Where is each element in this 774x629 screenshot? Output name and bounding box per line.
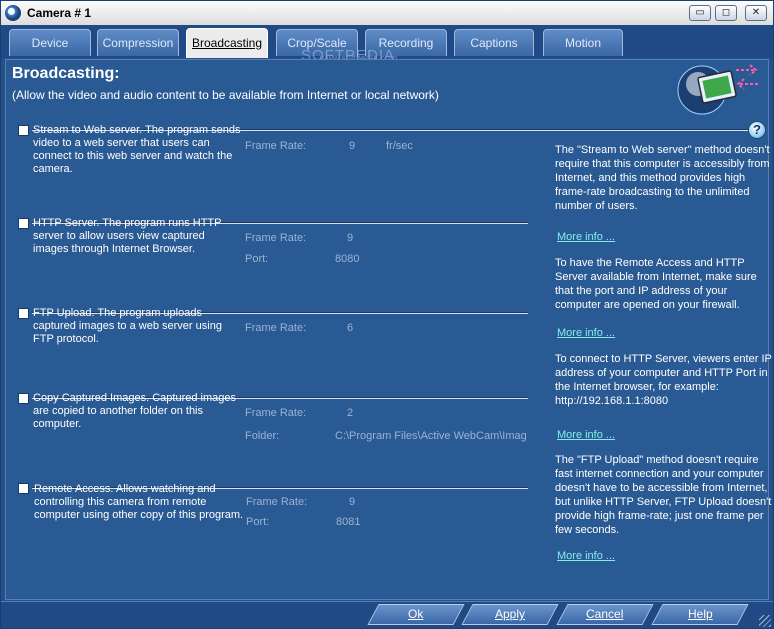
cancel-button[interactable]: Cancel — [556, 604, 654, 625]
ftp-upload-checkbox[interactable] — [18, 308, 29, 319]
tab-label: Captions — [470, 36, 518, 50]
frame-rate-value[interactable]: 9 — [347, 232, 353, 244]
port-value[interactable]: 8080 — [335, 253, 359, 265]
option-description: HTTP Server. The program runs HTTP serve… — [33, 217, 222, 255]
broadcast-logo-icon — [677, 64, 758, 115]
option-description: Stream to Web server. The program sends … — [33, 124, 241, 175]
option-description: Copy Captured Images. Captured images ar… — [33, 392, 236, 430]
tab-motion[interactable]: Motion — [543, 29, 623, 56]
tab-device[interactable]: Device — [9, 29, 91, 56]
option-description: FTP Upload. The program uploads captured… — [33, 307, 222, 345]
frame-rate-value[interactable]: 9 — [349, 496, 355, 508]
info-text: To connect to HTTP Server, viewers enter… — [555, 353, 772, 407]
page-title: Broadcasting: — [12, 65, 120, 82]
port-value[interactable]: 8081 — [336, 516, 360, 528]
option-description: Remote Access. Allows watching and contr… — [34, 483, 244, 521]
more-info-link[interactable]: More info ... — [557, 327, 615, 339]
tab-compression[interactable]: Compression — [97, 29, 179, 56]
window-title: Camera # 1 — [27, 6, 92, 20]
tab-label: Broadcasting — [191, 36, 263, 50]
info-text: The "Stream to Web server" method doesn'… — [555, 144, 770, 212]
frame-rate-value[interactable]: 2 — [347, 407, 353, 419]
tab-label: Device — [31, 36, 69, 50]
tab-broadcasting[interactable]: Broadcasting — [186, 28, 268, 58]
port-label: Port: — [246, 516, 270, 528]
title-bar[interactable]: Camera # 1 ▭ ◻ ✕ — [1, 1, 773, 26]
frame-rate-unit: fr/sec — [386, 140, 413, 152]
cancel-button-label: Cancel — [586, 607, 624, 621]
help-button-label: Help — [687, 607, 713, 621]
camera-window: Camera # 1 ▭ ◻ ✕ Device Compression Broa… — [0, 0, 774, 629]
folder-path-value[interactable]: C:\Program Files\Active WebCam\Image — [335, 430, 527, 442]
tab-label: Compression — [102, 36, 174, 50]
info-text: The "FTP Upload" method doesn't require … — [555, 454, 772, 536]
copy-captured-images-checkbox[interactable] — [18, 393, 29, 404]
tab-captions[interactable]: Captions — [454, 29, 534, 56]
help-button[interactable]: Help — [651, 604, 749, 625]
more-info-link[interactable]: More info ... — [557, 231, 615, 243]
minimize-button[interactable]: ▭ — [689, 5, 711, 21]
http-server-checkbox[interactable] — [18, 218, 29, 229]
info-text: To have the Remote Access and HTTP Serve… — [555, 257, 757, 311]
help-icon[interactable]: ? — [748, 121, 766, 139]
frame-rate-label: Frame Rate: — [245, 407, 307, 419]
camera-icon — [5, 5, 21, 21]
close-button[interactable]: ✕ — [745, 5, 767, 21]
button-bar: Ok Apply Cancel Help — [1, 601, 773, 628]
frame-rate-label: Frame Rate: — [245, 140, 307, 152]
frame-rate-label: Frame Rate: — [245, 322, 307, 334]
remote-access-checkbox[interactable] — [18, 483, 29, 494]
ok-button[interactable]: Ok — [367, 604, 465, 625]
folder-label: Folder: — [245, 430, 280, 442]
apply-button-label: Apply — [494, 607, 526, 621]
resize-grip[interactable] — [759, 615, 771, 627]
frame-rate-label: Frame Rate: — [245, 232, 307, 244]
stream-to-web-server-checkbox[interactable] — [18, 125, 29, 136]
maximize-button[interactable]: ◻ — [715, 5, 737, 21]
frame-rate-label: Frame Rate: — [246, 496, 308, 508]
port-label: Port: — [245, 253, 269, 265]
broadcasting-panel: Broadcasting: (Allow the video and audio… — [5, 59, 772, 600]
more-info-link[interactable]: More info ... — [557, 550, 615, 562]
tab-label: Motion — [564, 36, 602, 50]
apply-button[interactable]: Apply — [461, 604, 559, 625]
page-subtitle: (Allow the video and audio content to be… — [12, 88, 439, 102]
frame-rate-value[interactable]: 9 — [349, 140, 355, 152]
frame-rate-value[interactable]: 6 — [347, 322, 353, 334]
more-info-link[interactable]: More info ... — [557, 429, 615, 441]
ok-button-label: Ok — [408, 607, 424, 621]
